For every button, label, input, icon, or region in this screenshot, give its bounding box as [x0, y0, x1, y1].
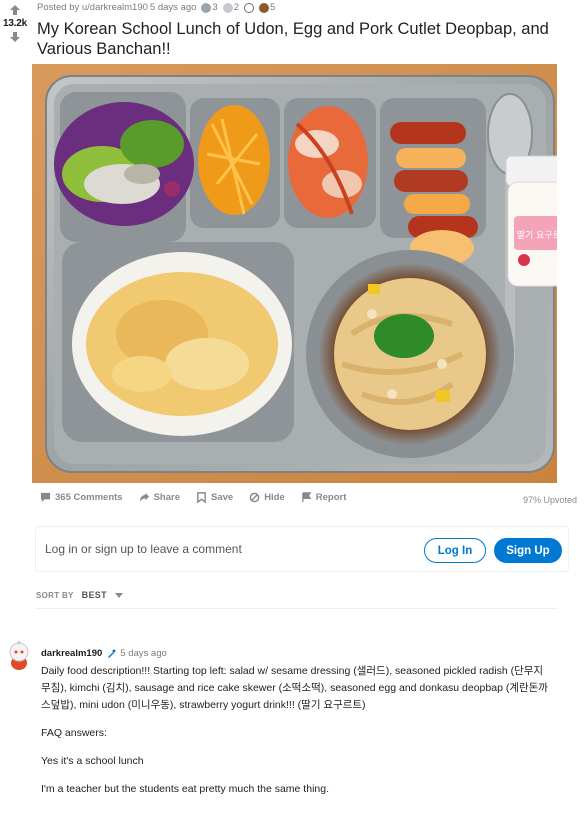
share-button[interactable]: Share: [139, 492, 180, 503]
comment-body: Daily food description!!! Starting top l…: [41, 663, 551, 809]
sort-label: SORT BY: [36, 590, 74, 600]
post-image[interactable]: 딸기 요구르트: [32, 64, 557, 483]
post-age[interactable]: 5 days ago: [150, 2, 196, 13]
comment-icon: [40, 492, 51, 503]
comment-paragraph: I'm a teacher but the students eat prett…: [41, 783, 329, 795]
lunch-tray-illustration: 딸기 요구르트: [32, 64, 557, 483]
vote-column: 13.2k: [0, 4, 30, 43]
award-bronze[interactable]: 5: [258, 2, 275, 13]
bronze-award-icon: [258, 2, 269, 13]
save-button[interactable]: Save: [196, 492, 233, 503]
login-prompt-text: Log in or sign up to leave a comment: [45, 542, 242, 556]
bookmark-icon: [197, 492, 206, 503]
divider: [36, 608, 558, 609]
silver-award-icon: [201, 2, 212, 13]
downvote-arrow-icon[interactable]: [9, 31, 21, 43]
post-actions: 365 Comments Share Save Hide Report: [40, 492, 346, 503]
report-button[interactable]: Report: [301, 492, 346, 503]
hide-button[interactable]: Hide: [249, 492, 285, 503]
award-wholesome[interactable]: [243, 2, 254, 13]
comments-button[interactable]: 365 Comments: [40, 492, 123, 503]
post-meta: Posted by u/darkrealm190 5 days ago 3 2 …: [37, 2, 275, 13]
helpful-award-icon: [222, 2, 233, 13]
share-icon: [139, 492, 149, 503]
comment-paragraph: Daily food description!!! Starting top l…: [41, 665, 548, 711]
login-prompt-box: Log in or sign up to leave a comment Log…: [35, 526, 569, 572]
post-title[interactable]: My Korean School Lunch of Udon, Egg and …: [37, 19, 572, 59]
drink-label: 딸기 요구르트: [517, 229, 557, 241]
login-button[interactable]: Log In: [424, 538, 486, 563]
posted-by[interactable]: Posted by u/darkrealm190: [37, 2, 148, 13]
comment-paragraph: Yes it's a school lunch: [41, 755, 144, 767]
vote-score: 13.2k: [2, 18, 28, 29]
chevron-down-icon: [114, 592, 123, 598]
award-helpful[interactable]: 2: [222, 2, 239, 13]
flag-icon: [301, 492, 312, 503]
comment-time[interactable]: 5 days ago: [120, 648, 166, 659]
avatar[interactable]: [6, 641, 32, 671]
signup-button[interactable]: Sign Up: [494, 538, 562, 563]
comment-paragraph: FAQ answers:: [41, 727, 107, 739]
hide-icon: [249, 492, 260, 503]
upvote-arrow-icon[interactable]: [9, 4, 21, 16]
op-badge-icon: [108, 649, 116, 658]
sort-dropdown[interactable]: SORT BY BEST: [36, 590, 123, 600]
upvote-ratio: 97% Upvoted: [522, 495, 577, 505]
wholesome-award-icon: [243, 2, 254, 13]
comment-author[interactable]: darkrealm190: [41, 648, 102, 659]
sort-value: BEST: [81, 590, 107, 600]
comment-header: darkrealm190 5 days ago: [41, 648, 167, 659]
award-silver[interactable]: 3: [201, 2, 218, 13]
